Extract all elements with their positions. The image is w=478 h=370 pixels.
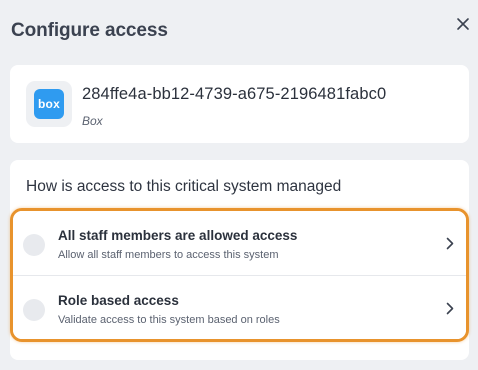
option-description: Allow all staff members to access this s…: [58, 249, 279, 261]
access-options-group: All staff members are allowed access All…: [10, 208, 469, 342]
option-title: Role based access: [58, 293, 179, 308]
option-title: All staff members are allowed access: [58, 228, 298, 243]
system-id: 284ffe4a-bb12-4739-a675-2196481fabc0: [82, 85, 387, 103]
close-button[interactable]: [452, 15, 474, 37]
system-type: Box: [82, 114, 103, 128]
configure-access-panel: Configure access box 284ffe4a-bb12-4739-…: [0, 0, 478, 370]
option-role-based[interactable]: Role based access Validate access to thi…: [13, 276, 466, 339]
option-all-staff[interactable]: All staff members are allowed access All…: [13, 211, 466, 276]
question-title: How is access to this critical system ma…: [26, 178, 342, 195]
close-icon: [456, 17, 470, 36]
option-description: Validate access to this system based on …: [58, 314, 280, 326]
box-logo-icon: box: [34, 89, 64, 119]
system-card: box 284ffe4a-bb12-4739-a675-2196481fabc0…: [10, 65, 469, 143]
chevron-right-icon[interactable]: [443, 300, 457, 316]
radio-button[interactable]: [23, 299, 45, 321]
app-logo: box: [26, 81, 72, 127]
page-title: Configure access: [11, 20, 168, 41]
chevron-right-icon[interactable]: [443, 235, 457, 251]
radio-button[interactable]: [23, 234, 45, 256]
